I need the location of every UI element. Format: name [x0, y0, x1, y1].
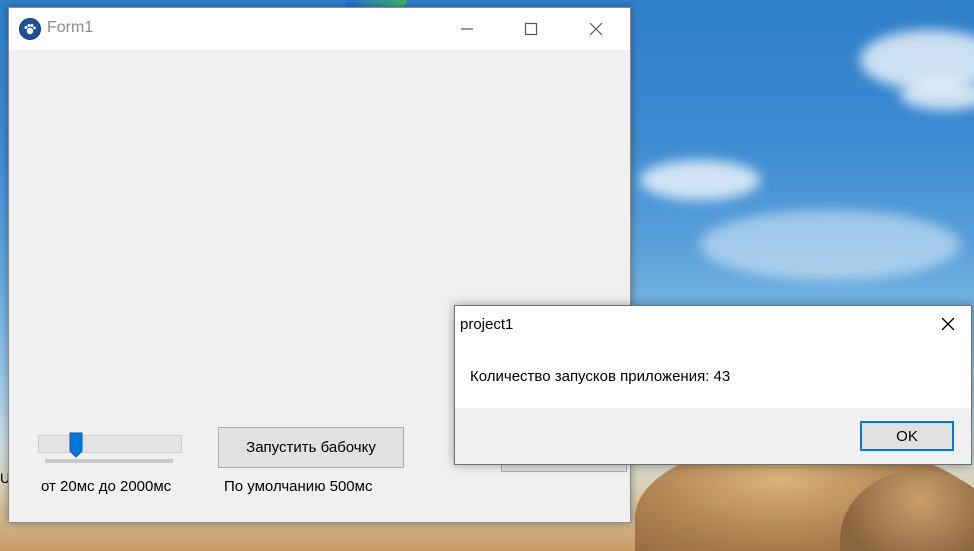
start-butterfly-button[interactable]: Запустить бабочку — [218, 427, 404, 468]
minimize-button[interactable] — [436, 8, 498, 50]
message-dialog[interactable]: project1 Количество запусков приложения:… — [454, 305, 972, 465]
trackbar-rail — [45, 459, 173, 463]
ok-button[interactable]: OK — [860, 421, 954, 451]
dialog-content-area: project1 Количество запусков приложения:… — [455, 306, 971, 408]
dialog-title: project1 — [460, 316, 514, 333]
desktop-cloud — [640, 160, 760, 200]
desktop: U Form1 от 20мс до 2000мс Запустить бабо… — [0, 0, 974, 551]
range-label: от 20мс до 2000мс — [41, 478, 172, 495]
dialog-message: Количество запусков приложения: 43 — [470, 368, 731, 385]
close-icon — [589, 22, 603, 36]
maximize-icon — [524, 22, 538, 36]
paw-icon — [19, 18, 41, 40]
default-value-label: По умолчанию 500мс — [224, 478, 373, 495]
close-icon — [941, 317, 955, 331]
minimize-icon — [461, 28, 473, 30]
maximize-button[interactable] — [500, 8, 562, 50]
desktop-cloud — [900, 80, 974, 110]
desktop-cloud — [700, 210, 960, 280]
speed-trackbar[interactable] — [38, 435, 182, 453]
dialog-close-button[interactable] — [925, 306, 971, 342]
form1-titlebar[interactable]: Form1 — [9, 8, 630, 50]
form1-title: Form1 — [47, 19, 94, 36]
trackbar-thumb[interactable] — [69, 432, 83, 458]
close-button[interactable] — [565, 8, 627, 50]
